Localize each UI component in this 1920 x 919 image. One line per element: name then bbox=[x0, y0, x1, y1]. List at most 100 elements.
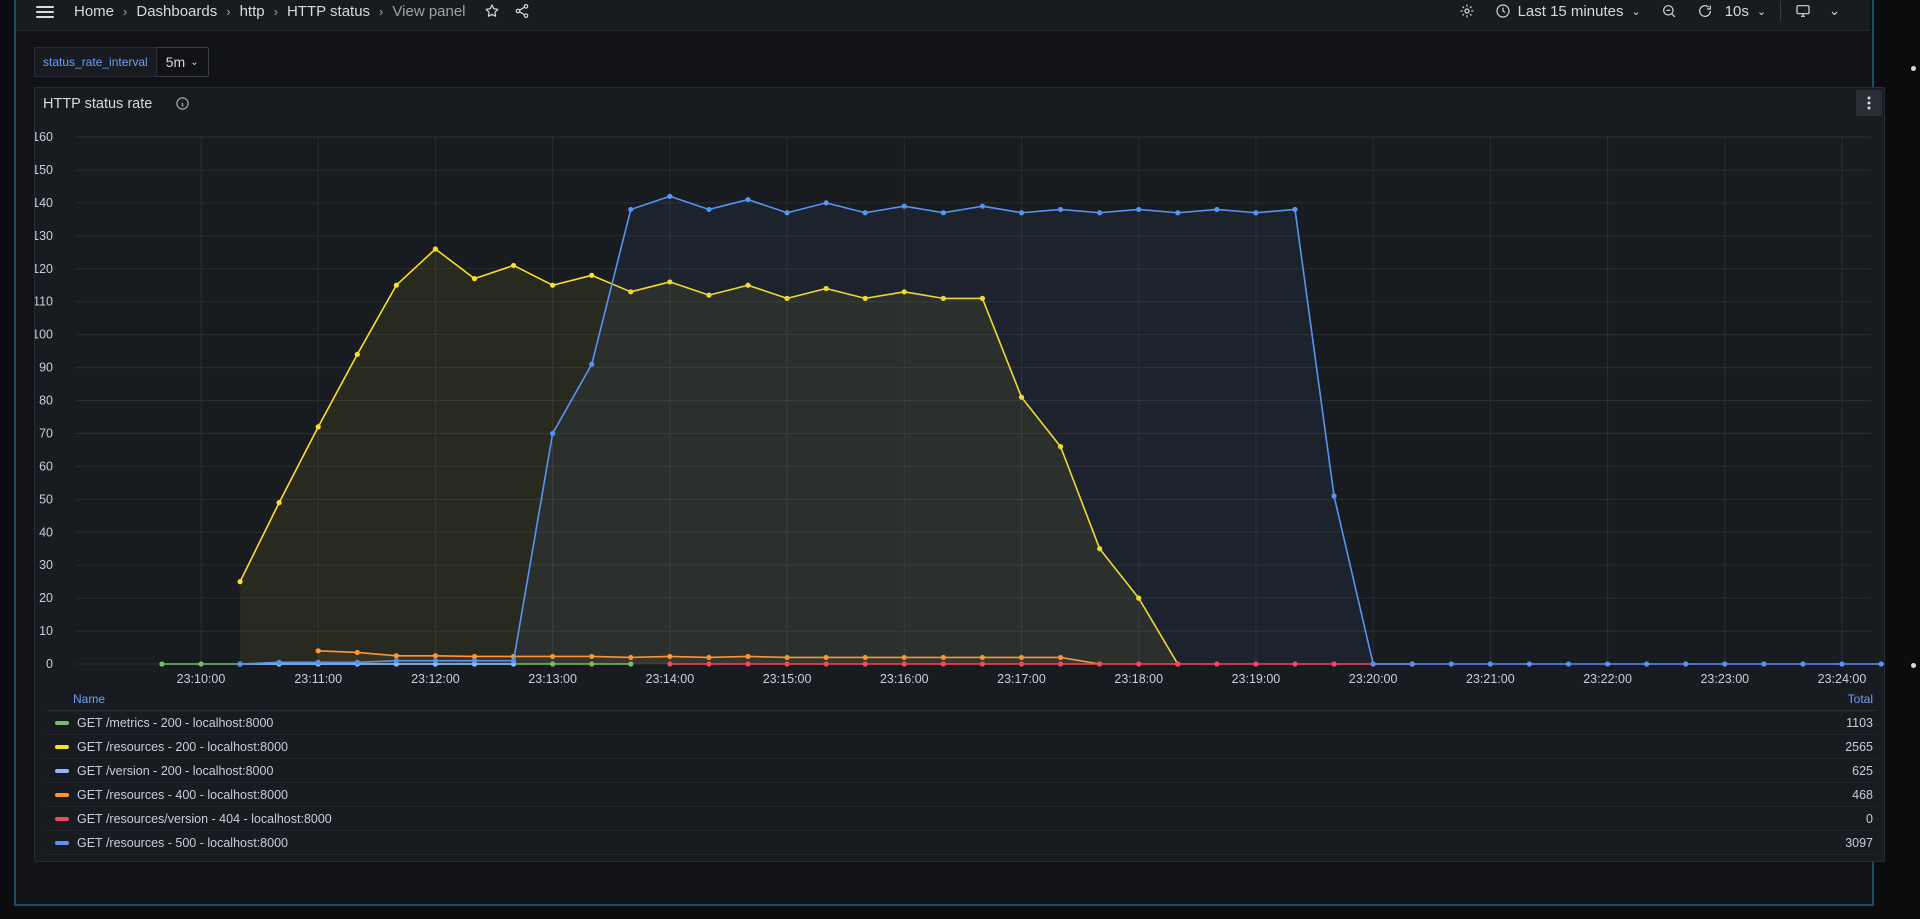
chevron-down-icon: ⌄ bbox=[1631, 5, 1641, 18]
data-point bbox=[745, 196, 751, 203]
legend-row[interactable]: GET /version - 200 - localhost:8000 625 bbox=[47, 759, 1877, 783]
legend-series: GET /resources - 200 - localhost:8000 bbox=[47, 740, 288, 754]
legend-row[interactable]: GET /resources/version - 404 - localhost… bbox=[47, 807, 1877, 831]
time-range-picker[interactable]: Last 15 minutes ⌄ bbox=[1495, 3, 1641, 20]
data-point bbox=[237, 579, 243, 585]
data-point bbox=[276, 500, 282, 506]
y-tick-label: 140 bbox=[35, 196, 53, 210]
legend-swatch bbox=[55, 768, 69, 773]
data-point bbox=[979, 203, 986, 209]
data-point bbox=[706, 206, 712, 213]
star-icon[interactable] bbox=[484, 3, 500, 19]
legend-series: GET /metrics - 200 - localhost:8000 bbox=[47, 716, 273, 730]
gear-icon[interactable] bbox=[1459, 3, 1475, 19]
x-tick-label: 23:22:00 bbox=[1583, 672, 1632, 686]
legend-row[interactable]: GET /metrics - 200 - localhost:8000 1103 bbox=[47, 711, 1877, 735]
data-point bbox=[1644, 661, 1650, 667]
legend-series: GET /resources - 400 - localhost:8000 bbox=[47, 788, 288, 802]
data-point bbox=[1448, 661, 1454, 667]
data-point bbox=[1800, 661, 1806, 667]
legend-row[interactable]: GET /resources - 400 - localhost:8000 468 bbox=[47, 783, 1877, 807]
legend-total-value: 2565 bbox=[1845, 739, 1873, 754]
share-icon[interactable] bbox=[514, 3, 530, 19]
chevron-down-icon: ⌄ bbox=[190, 56, 199, 68]
y-tick-label: 50 bbox=[39, 492, 53, 506]
legend-total-value: 625 bbox=[1852, 763, 1873, 778]
data-point bbox=[1409, 661, 1415, 667]
data-point bbox=[1292, 206, 1298, 213]
legend-series: GET /version - 200 - localhost:8000 bbox=[47, 764, 273, 778]
data-point bbox=[471, 276, 478, 282]
legend-row[interactable]: GET /resources - 200 - localhost:8000 256… bbox=[47, 735, 1877, 759]
refresh-interval-picker[interactable]: 10s ⌄ bbox=[1725, 3, 1766, 20]
x-tick-label: 23:24:00 bbox=[1818, 672, 1867, 686]
y-tick-label: 10 bbox=[39, 624, 53, 638]
data-point bbox=[1370, 661, 1376, 667]
zoom-out-icon[interactable] bbox=[1661, 3, 1677, 19]
legend-swatch bbox=[55, 744, 69, 749]
legend-name-header[interactable]: Name bbox=[47, 692, 105, 706]
data-point bbox=[628, 206, 634, 213]
data-point bbox=[354, 659, 360, 665]
refresh-icon[interactable] bbox=[1697, 3, 1713, 19]
data-point bbox=[315, 659, 321, 665]
legend-series-name[interactable]: GET /resources - 500 - localhost:8000 bbox=[77, 836, 288, 850]
data-point bbox=[393, 653, 399, 659]
breadcrumb-folder[interactable]: http bbox=[240, 3, 265, 20]
scroll-marker bbox=[1911, 66, 1916, 71]
legend-series-name[interactable]: GET /resources - 400 - localhost:8000 bbox=[77, 788, 288, 802]
data-point bbox=[1722, 661, 1728, 667]
legend-series-name[interactable]: GET /metrics - 200 - localhost:8000 bbox=[77, 716, 273, 730]
legend-total-value: 1103 bbox=[1846, 715, 1873, 730]
breadcrumb-home[interactable]: Home bbox=[74, 3, 114, 20]
chevron-down-icon[interactable]: ⌄ bbox=[1829, 3, 1840, 19]
legend-series: GET /resources - 500 - localhost:8000 bbox=[47, 836, 288, 850]
y-tick-label: 130 bbox=[35, 229, 53, 243]
y-tick-label: 20 bbox=[39, 591, 53, 605]
data-point bbox=[784, 210, 790, 216]
variable-bar: status_rate_interval 5m ⌄ bbox=[34, 47, 209, 77]
variable-label: status_rate_interval bbox=[34, 47, 157, 77]
clock-icon bbox=[1495, 4, 1510, 18]
y-tick-label: 40 bbox=[39, 525, 53, 539]
y-tick-label: 120 bbox=[35, 262, 53, 276]
data-point bbox=[1526, 661, 1533, 667]
x-tick-label: 23:10:00 bbox=[177, 672, 226, 686]
legend-row[interactable]: GET /resources - 500 - localhost:8000 309… bbox=[47, 831, 1877, 855]
data-point bbox=[1878, 661, 1884, 667]
y-tick-label: 90 bbox=[39, 361, 53, 375]
menu-icon[interactable] bbox=[36, 3, 56, 21]
breadcrumb-dashboard[interactable]: HTTP status bbox=[287, 3, 370, 20]
data-point bbox=[667, 193, 673, 199]
breadcrumb-dashboards[interactable]: Dashboards bbox=[136, 3, 217, 20]
x-tick-label: 23:19:00 bbox=[1232, 672, 1281, 686]
legend-header: Name Total bbox=[47, 688, 1877, 711]
legend-total-value: 3097 bbox=[1845, 835, 1873, 850]
variable-value: 5m bbox=[165, 54, 186, 70]
time-series-chart[interactable]: 0 10 20 30 40 50 60 70 80 90 100 110 120 130 140 150 160… bbox=[35, 88, 1884, 693]
data-point bbox=[393, 282, 399, 288]
data-point bbox=[1565, 661, 1572, 667]
legend-series-name[interactable]: GET /version - 200 - localhost:8000 bbox=[77, 764, 273, 778]
legend-total-header[interactable]: Total bbox=[1848, 692, 1873, 706]
variable-select[interactable]: 5m ⌄ bbox=[156, 47, 209, 77]
y-tick-label: 110 bbox=[35, 295, 53, 309]
legend-total-value: 0 bbox=[1866, 811, 1873, 826]
x-tick-label: 23:12:00 bbox=[411, 672, 460, 686]
y-tick-label: 100 bbox=[35, 328, 53, 342]
x-tick-label: 23:11:00 bbox=[294, 672, 342, 686]
data-point bbox=[589, 361, 595, 367]
data-point bbox=[1175, 210, 1181, 216]
y-tick-label: 80 bbox=[39, 394, 53, 408]
monitor-icon[interactable] bbox=[1795, 3, 1811, 19]
legend-series-name[interactable]: GET /resources - 200 - localhost:8000 bbox=[77, 740, 288, 754]
toolbar-divider bbox=[1780, 1, 1782, 21]
panel: HTTP status rate 0 10 20 30 40 50 60 70 80 90 100 1… bbox=[34, 87, 1885, 862]
data-point bbox=[1839, 661, 1845, 667]
legend-series-name[interactable]: GET /resources/version - 404 - localhost… bbox=[77, 812, 332, 826]
data-point bbox=[432, 653, 439, 659]
legend-swatch bbox=[55, 840, 69, 845]
data-point bbox=[354, 351, 360, 357]
legend-table: Name Total GET /metrics - 200 - localhos… bbox=[47, 688, 1877, 855]
data-point bbox=[237, 661, 243, 667]
